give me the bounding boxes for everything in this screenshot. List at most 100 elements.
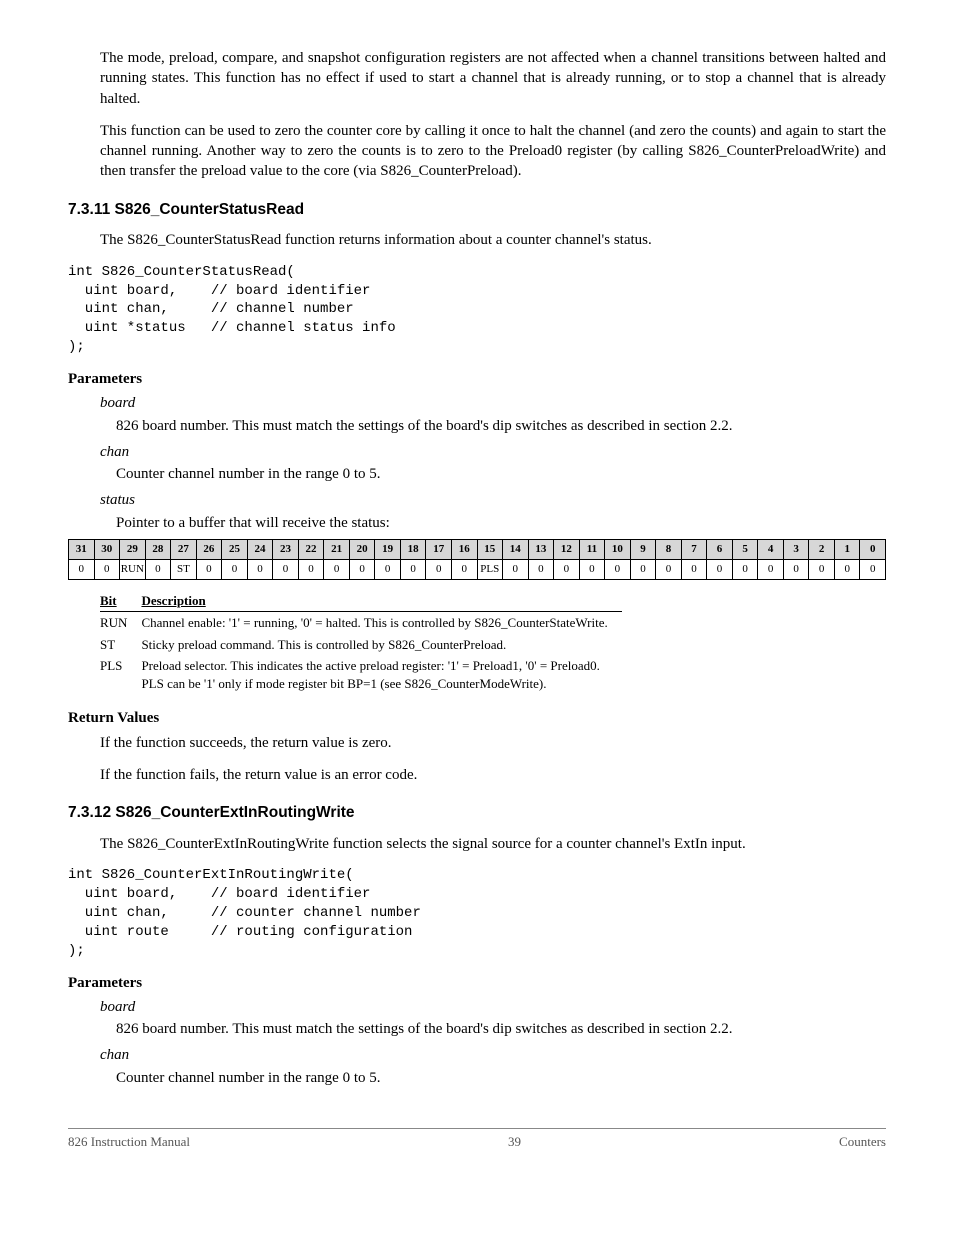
bit-val-10: 0 [605,559,631,579]
bit-description-table: Bit Description RUN Channel enable: '1' … [100,590,622,695]
bit-col-20: 20 [349,539,375,559]
param-status-desc: Pointer to a buffer that will receive th… [116,513,886,533]
bit-col-21: 21 [324,539,350,559]
param-chan-name: chan [100,442,886,462]
bit-val-0: 0 [860,559,886,579]
bit-col-19: 19 [375,539,401,559]
bitdesc-run-bit: RUN [100,612,141,634]
bit-val-20: 0 [349,559,375,579]
bit-col-10: 10 [605,539,631,559]
s7311-ret2: If the function fails, the return value … [100,765,886,785]
s7311-desc: The S826_CounterStatusRead function retu… [100,230,886,250]
bit-val-12: 0 [554,559,580,579]
bit-col-30: 30 [94,539,120,559]
bit-val-9: 0 [630,559,656,579]
bit-val-5: 0 [732,559,758,579]
bitdesc-head-bit: Bit [100,593,117,608]
intro-para-2: This function can be used to zero the co… [100,121,886,182]
bit-col-31: 31 [69,539,95,559]
bitdesc-st-desc: Sticky preload command. This is controll… [141,634,621,656]
bit-col-12: 12 [554,539,580,559]
s7312-desc: The S826_CounterExtInRoutingWrite functi… [100,834,886,854]
s7312-parameters-label: Parameters [68,973,886,993]
bit-val-27: ST [171,559,197,579]
footer-left: 826 Instruction Manual [68,1133,190,1151]
bit-col-5: 5 [732,539,758,559]
bit-val-3: 0 [783,559,809,579]
bit-col-7: 7 [681,539,707,559]
bit-val-1: 0 [834,559,860,579]
bit-col-14: 14 [503,539,529,559]
s7311-ret1: If the function succeeds, the return val… [100,733,886,753]
bit-col-15: 15 [477,539,503,559]
bit-val-29: RUN [120,559,146,579]
bitdesc-pls-desc1: Preload selector. This indicates the act… [141,657,607,675]
bit-col-28: 28 [145,539,171,559]
footer-center: 39 [508,1133,521,1151]
bit-val-19: 0 [375,559,401,579]
bit-val-24: 0 [247,559,273,579]
bit-val-11: 0 [579,559,605,579]
bitdesc-head-desc: Description [141,593,205,608]
s7311-parameters-label: Parameters [68,369,886,389]
bit-val-2: 0 [809,559,835,579]
bit-col-25: 25 [222,539,248,559]
bit-col-18: 18 [400,539,426,559]
bit-val-21: 0 [324,559,350,579]
bit-val-6: 0 [707,559,733,579]
bit-col-29: 29 [120,539,146,559]
bit-col-6: 6 [707,539,733,559]
bit-col-23: 23 [273,539,299,559]
intro-para-1: The mode, preload, compare, and snapshot… [100,48,886,109]
bit-val-23: 0 [273,559,299,579]
param-board-name: board [100,393,886,413]
param-chan-desc: Counter channel number in the range 0 to… [116,464,886,484]
bit-col-26: 26 [196,539,222,559]
bitdesc-pls-bit: PLS [100,655,141,694]
bit-val-31: 0 [69,559,95,579]
bitdesc-run-desc: Channel enable: '1' = running, '0' = hal… [141,612,621,634]
bit-col-16: 16 [451,539,477,559]
s7311-return-label: Return Values [68,708,886,728]
bit-col-24: 24 [247,539,273,559]
bit-val-15: PLS [477,559,503,579]
s7312-code: int S826_CounterExtInRoutingWrite( uint … [68,866,886,960]
bit-val-25: 0 [222,559,248,579]
bit-val-4: 0 [758,559,784,579]
bit-val-28: 0 [145,559,171,579]
bit-col-3: 3 [783,539,809,559]
footer-right: Counters [839,1133,886,1151]
bit-col-0: 0 [860,539,886,559]
s7312-param-board-name: board [100,997,886,1017]
s7312-param-chan-name: chan [100,1045,886,1065]
page-footer: 826 Instruction Manual 39 Counters [68,1128,886,1151]
bit-col-13: 13 [528,539,554,559]
bit-val-17: 0 [426,559,452,579]
param-status-name: status [100,490,886,510]
bit-val-14: 0 [503,559,529,579]
bit-col-17: 17 [426,539,452,559]
bit-val-22: 0 [298,559,324,579]
bit-val-16: 0 [451,559,477,579]
bit-col-9: 9 [630,539,656,559]
s7312-param-board-desc: 826 board number. This must match the se… [116,1019,886,1039]
s7312-param-chan-desc: Counter channel number in the range 0 to… [116,1068,886,1088]
bit-col-22: 22 [298,539,324,559]
bit-val-7: 0 [681,559,707,579]
section-7-3-11-heading: 7.3.11 S826_CounterStatusRead [68,200,886,221]
bit-col-27: 27 [171,539,197,559]
param-board-desc: 826 board number. This must match the se… [116,416,886,436]
bit-col-11: 11 [579,539,605,559]
bit-col-2: 2 [809,539,835,559]
bit-val-8: 0 [656,559,682,579]
bit-col-8: 8 [656,539,682,559]
status-bit-table: 3130292827262524232221201918171615141312… [68,539,886,580]
bit-col-4: 4 [758,539,784,559]
s7311-code: int S826_CounterStatusRead( uint board, … [68,263,886,357]
bit-col-1: 1 [834,539,860,559]
bitdesc-st-bit: ST [100,634,141,656]
section-7-3-12-heading: 7.3.12 S826_CounterExtInRoutingWrite [68,803,886,824]
bit-val-13: 0 [528,559,554,579]
bit-val-30: 0 [94,559,120,579]
bitdesc-pls-desc2: PLS can be '1' only if mode register bit… [141,675,607,693]
